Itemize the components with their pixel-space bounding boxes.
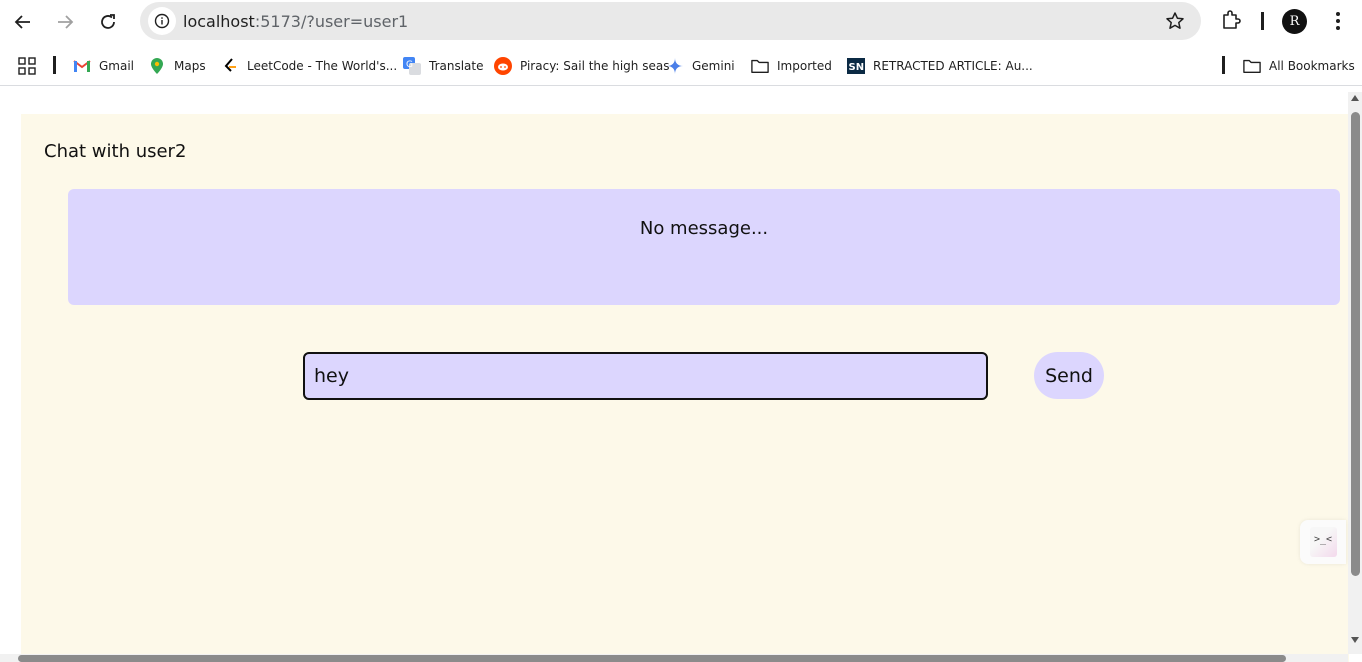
bookmarks-separator <box>1222 56 1225 74</box>
bookmark-gemini[interactable]: Gemini <box>666 56 735 76</box>
profile-initial: R <box>1289 14 1300 29</box>
site-info-icon[interactable] <box>148 7 176 35</box>
gmail-icon <box>73 57 91 75</box>
bookmark-translate[interactable]: G Translate <box>403 56 484 76</box>
chat-title: Chat with user2 <box>44 141 187 162</box>
floating-widget[interactable]: >_< <box>1300 520 1346 564</box>
folder-icon <box>751 57 769 75</box>
horizontal-scroll-thumb[interactable] <box>18 655 1286 662</box>
arrow-left-icon <box>14 15 30 29</box>
bookmark-piracy[interactable]: Piracy: Sail the high seas <box>494 56 669 76</box>
widget-glyph: >_< <box>1313 534 1333 545</box>
vertical-scroll-thumb[interactable] <box>1351 112 1360 576</box>
bookmark-label: Imported <box>777 59 832 73</box>
leetcode-icon <box>221 57 239 75</box>
bookmark-label: LeetCode - The World's... <box>247 59 398 73</box>
all-bookmarks-label: All Bookmarks <box>1269 59 1355 73</box>
url-text[interactable]: localhost:5173/?user=user1 <box>183 12 408 31</box>
folder-icon <box>1243 57 1261 75</box>
svg-text:SN: SN <box>849 62 865 73</box>
bookmarks-bar: Gmail Maps LeetCode - The World's... G T… <box>0 46 1362 86</box>
maps-icon <box>148 57 166 75</box>
page-viewport: Chat with user2 No message... Send <box>0 90 1362 662</box>
message-input[interactable] <box>303 352 988 400</box>
bookmark-label: Piracy: Sail the high seas <box>520 59 670 73</box>
profile-avatar[interactable]: R <box>1282 9 1307 34</box>
message-list: No message... <box>68 189 1340 305</box>
bookmark-label: Gmail <box>99 59 135 73</box>
more-menu-icon[interactable] <box>1326 8 1350 39</box>
bookmark-retracted-article[interactable]: SN RETRACTED ARTICLE: Au... <box>847 56 1033 76</box>
toolbar-separator <box>1261 12 1264 30</box>
bookmarks-separator <box>53 56 56 74</box>
all-bookmarks-button[interactable]: All Bookmarks <box>1243 56 1355 76</box>
sn-icon: SN <box>847 57 865 75</box>
svg-text:G: G <box>406 60 413 70</box>
chat-app: Chat with user2 No message... Send <box>21 114 1349 662</box>
bookmark-label: Maps <box>174 59 206 73</box>
address-bar[interactable]: localhost:5173/?user=user1 <box>140 2 1201 40</box>
widget-face-icon: >_< <box>1309 527 1337 557</box>
bookmark-label: RETRACTED ARTICLE: Au... <box>873 59 1033 73</box>
forward-button[interactable] <box>51 8 79 36</box>
send-button[interactable]: Send <box>1034 352 1104 399</box>
back-button[interactable] <box>9 8 37 36</box>
scroll-down-arrow-icon[interactable] <box>1350 636 1360 644</box>
gemini-icon <box>666 57 684 75</box>
reload-icon <box>101 14 115 29</box>
empty-message-text: No message... <box>639 218 769 239</box>
bookmark-star-icon[interactable] <box>1165 11 1185 36</box>
bookmark-label: Translate <box>429 59 484 73</box>
browser-toolbar: localhost:5173/?user=user1 R <box>0 0 1362 42</box>
url-path: :5173/?user=user1 <box>254 12 409 31</box>
url-host: localhost <box>183 12 255 31</box>
arrow-right-icon <box>58 15 74 29</box>
scroll-up-arrow-icon[interactable] <box>1350 94 1360 102</box>
bookmark-gmail[interactable]: Gmail <box>73 56 134 76</box>
bookmark-folder-imported[interactable]: Imported <box>751 56 832 76</box>
translate-icon: G <box>403 57 421 75</box>
apps-grid-icon[interactable] <box>18 56 36 76</box>
bookmark-label: Gemini <box>692 59 735 73</box>
reload-button[interactable] <box>94 8 122 36</box>
bookmark-maps[interactable]: Maps <box>148 56 206 76</box>
vertical-scrollbar[interactable] <box>1348 92 1362 654</box>
horizontal-scrollbar[interactable] <box>0 654 1348 662</box>
reddit-icon <box>494 57 512 75</box>
extensions-puzzle-icon[interactable] <box>1219 8 1243 37</box>
bookmark-leetcode[interactable]: LeetCode - The World's... <box>221 56 397 76</box>
